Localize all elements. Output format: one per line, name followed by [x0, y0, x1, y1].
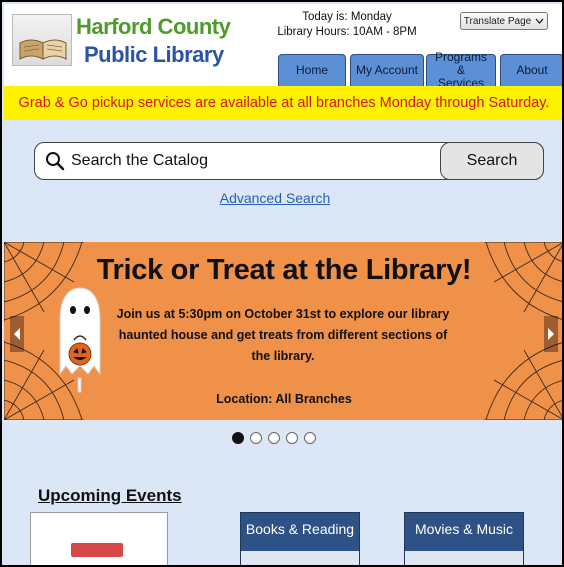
carousel-dot-3[interactable] — [268, 432, 280, 444]
event-calendar-card[interactable] — [30, 512, 168, 565]
chevron-left-icon — [14, 328, 20, 340]
ghost-icon — [59, 287, 101, 393]
carousel-prev-button[interactable] — [10, 316, 24, 352]
banner-description: Join us at 5:30pm on October 31st to exp… — [116, 307, 450, 363]
category-books-label: Books & Reading — [245, 521, 355, 537]
alert-banner: Grab & Go pickup services are available … — [4, 86, 562, 120]
carousel-dot-2[interactable] — [250, 432, 262, 444]
library-status: Today is: Monday Library Hours: 10AM - 8… — [272, 10, 422, 40]
translate-label: Translate Page — [463, 15, 532, 27]
category-books-image — [241, 551, 359, 565]
library-logo[interactable] — [12, 14, 72, 66]
hours-label: Library Hours: 10AM - 8PM — [277, 26, 417, 38]
tab-my-account[interactable]: My Account — [350, 54, 424, 86]
alert-text: Grab & Go pickup services are available … — [18, 95, 550, 111]
advanced-search-link-text[interactable]: Advanced Search — [220, 190, 331, 206]
translate-page-select[interactable]: Translate Page — [460, 12, 548, 30]
open-book-icon — [19, 39, 67, 60]
category-movies-label: Movies & Music — [414, 521, 514, 537]
today-label: Today is: Monday — [302, 11, 392, 23]
tab-about[interactable]: About — [500, 54, 562, 86]
calendar-icon — [71, 543, 123, 557]
tab-home[interactable]: Home — [278, 54, 346, 86]
banner-title: Trick or Treat at the Library! — [96, 254, 472, 286]
carousel-dot-1[interactable] — [232, 432, 244, 444]
page: Harford County Public Library Today is: … — [0, 0, 564, 567]
search-icon — [46, 152, 65, 171]
tab-about-label: About — [516, 63, 548, 77]
catalog-search-bar: Search — [34, 142, 544, 180]
chevron-right-icon — [548, 328, 554, 340]
carousel-dot-4[interactable] — [286, 432, 298, 444]
catalog-search-input[interactable] — [71, 143, 431, 179]
category-books-reading[interactable]: Books & Reading — [240, 512, 360, 565]
upcoming-events-heading[interactable]: Upcoming Events — [38, 486, 182, 506]
banner-location: Location: All Branches — [216, 392, 352, 406]
brand-name-line1[interactable]: Harford County — [76, 14, 231, 40]
search-button[interactable]: Search — [440, 142, 544, 180]
category-movies-music[interactable]: Movies & Music — [404, 512, 524, 565]
advanced-search-link: Advanced Search — [2, 190, 548, 206]
tab-home-label: Home — [295, 63, 328, 77]
chevron-down-icon — [535, 18, 544, 24]
carousel-next-button[interactable] — [544, 316, 558, 352]
tab-programs-services[interactable]: Programs & Services — [426, 51, 496, 90]
tab-programs-label: Programs & Services — [434, 50, 487, 90]
brand-name-line2[interactable]: Public Library — [84, 42, 224, 68]
event-carousel: Trick or Treat at the Library! Join us a… — [4, 242, 562, 420]
tab-my-account-label: My Account — [355, 63, 419, 77]
category-movies-image — [405, 551, 523, 565]
carousel-dot-5[interactable] — [304, 432, 316, 444]
carousel-pagination — [232, 432, 316, 444]
